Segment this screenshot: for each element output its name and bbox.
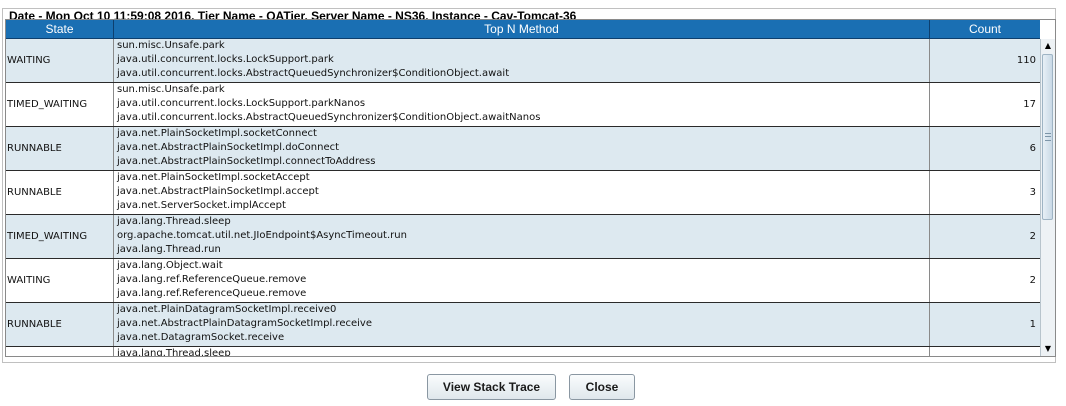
close-button[interactable]: Close [569, 374, 635, 400]
table-row[interactable]: WAITING java.lang.Object.wait java.lang.re… [6, 259, 1040, 303]
arrow-down-icon: ▼ [1044, 344, 1052, 353]
method-line: java.util.concurrent.locks.LockSupport.p… [117, 98, 366, 109]
method-line: java.net.ServerSocket.implAccept [117, 200, 286, 211]
method-cell: java.net.PlainDatagramSocketImpl.receive… [114, 303, 930, 346]
method-line: java.net.PlainSocketImpl.socketAccept [117, 172, 310, 183]
state-cell: TIMED_WAITING [6, 215, 114, 258]
column-header-top-n-method[interactable]: Top N Method [114, 20, 930, 38]
state-cell: WAITING [6, 259, 114, 302]
state-cell [6, 347, 114, 356]
table-row[interactable]: RUNNABLE java.net.PlainSocketImpl.socketA… [6, 171, 1040, 215]
method-line: java.net.DatagramSocket.receive [117, 332, 285, 343]
table-row[interactable]: RUNNABLE java.net.PlainDatagramSocketImpl… [6, 303, 1040, 347]
table-row[interactable]: WAITING sun.misc.Unsafe.park java.util.con… [6, 39, 1040, 83]
column-header-count[interactable]: Count [930, 20, 1040, 38]
grip-icon [1045, 133, 1051, 141]
method-line: java.lang.ref.ReferenceQueue.remove [117, 288, 307, 299]
table-header: State Top N Method Count [6, 20, 1040, 39]
scroll-down-button[interactable]: ▼ [1041, 342, 1055, 356]
method-cell: sun.misc.Unsafe.park java.util.concurrent… [114, 39, 930, 82]
method-cell: java.net.PlainSocketImpl.socketAccept jav… [114, 171, 930, 214]
view-stack-trace-button[interactable]: View Stack Trace [427, 374, 556, 400]
method-line: java.net.PlainSocketImpl.socketConnect [117, 128, 317, 139]
method-line: java.net.AbstractPlainDatagramSocketImpl… [117, 318, 372, 329]
count-cell: 6 [1029, 143, 1036, 154]
method-line: sun.misc.Unsafe.park [117, 84, 225, 95]
table-row[interactable]: TIMED_WAITING sun.misc.Unsafe.park java.ut… [6, 83, 1040, 127]
count-cell [930, 347, 1040, 356]
method-cell: java.lang.Thread.sleep [114, 347, 930, 357]
method-line: sun.misc.Unsafe.park [117, 40, 225, 51]
count-cell: 3 [1029, 187, 1036, 198]
method-line: java.util.concurrent.locks.AbstractQueue… [117, 112, 541, 123]
table-row[interactable]: RUNNABLE java.net.PlainSocketImpl.socketC… [6, 127, 1040, 171]
count-cell: 2 [1029, 231, 1036, 242]
method-cell: java.lang.Thread.sleep org.apache.tomcat.… [114, 215, 930, 258]
column-header-state[interactable]: State [6, 20, 114, 38]
method-line: java.util.concurrent.locks.AbstractQueue… [117, 68, 510, 79]
method-line: java.net.PlainDatagramSocketImpl.receive… [117, 304, 337, 315]
count-cell: 110 [1016, 55, 1036, 66]
state-cell: RUNNABLE [6, 171, 114, 214]
method-line: java.util.concurrent.locks.LockSupport.p… [117, 54, 334, 65]
method-line: java.lang.Thread.sleep [117, 348, 231, 357]
vertical-scrollbar[interactable]: ▲ ▼ [1040, 39, 1055, 356]
arrow-up-icon: ▲ [1044, 41, 1052, 50]
method-cell: java.net.PlainSocketImpl.socketConnect ja… [114, 127, 930, 170]
method-cell: sun.misc.Unsafe.park java.util.concurrent… [114, 83, 930, 126]
method-line: java.net.AbstractPlainSocketImpl.doConne… [117, 142, 340, 153]
method-line: java.lang.Thread.sleep [117, 216, 231, 227]
scroll-up-button[interactable]: ▲ [1041, 39, 1055, 53]
state-cell: RUNNABLE [6, 303, 114, 346]
table-row[interactable]: java.lang.Thread.sleep [6, 347, 1040, 357]
method-line: java.lang.Thread.run [117, 244, 221, 255]
table-row[interactable]: TIMED_WAITING java.lang.Thread.sleep org.a… [6, 215, 1040, 259]
count-cell: 1 [1029, 319, 1036, 330]
state-cell: TIMED_WAITING [6, 83, 114, 126]
method-line: java.net.AbstractPlainSocketImpl.accept [117, 186, 319, 197]
count-cell: 2 [1029, 275, 1036, 286]
thread-table: State Top N Method Count WAITING sun.misc… [5, 19, 1056, 357]
state-cell: WAITING [6, 39, 114, 82]
state-cell: RUNNABLE [6, 127, 114, 170]
method-line: java.lang.ref.ReferenceQueue.remove [117, 274, 307, 285]
count-cell: 17 [1023, 99, 1036, 110]
method-line: org.apache.tomcat.util.net.JIoEndpoint$A… [117, 230, 407, 241]
table-body: WAITING sun.misc.Unsafe.park java.util.con… [6, 39, 1040, 357]
method-line: java.lang.Object.wait [117, 260, 223, 271]
scrollbar-thumb[interactable] [1042, 54, 1053, 220]
method-line: java.net.AbstractPlainSocketImpl.connect… [117, 156, 376, 167]
method-cell: java.lang.Object.wait java.lang.ref.Refer… [114, 259, 930, 302]
